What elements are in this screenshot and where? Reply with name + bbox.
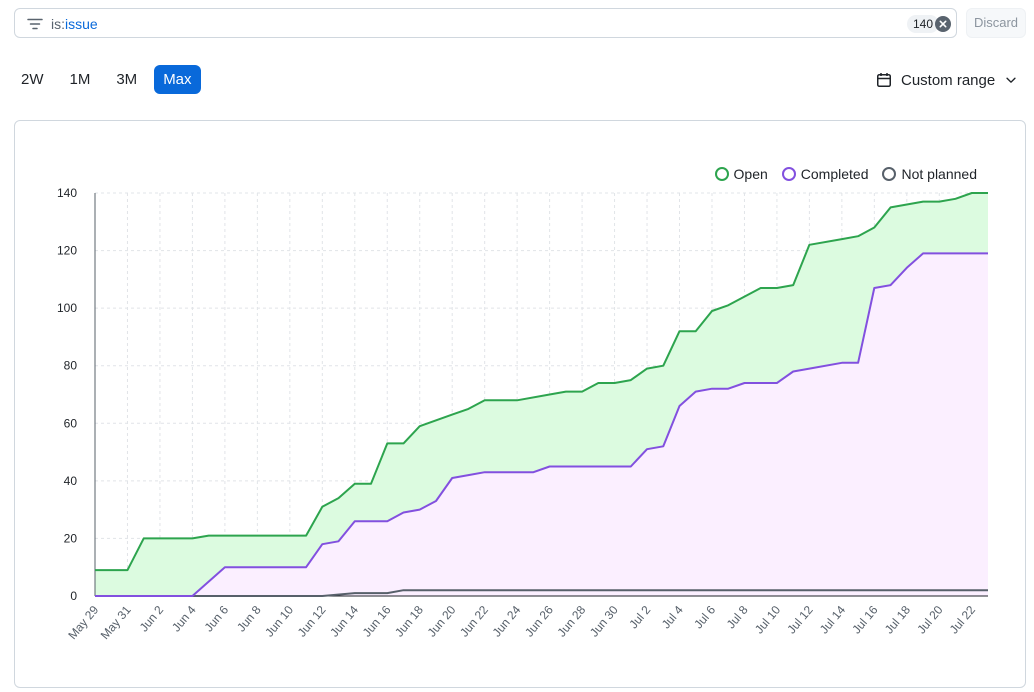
y-tick-label: 0 xyxy=(70,589,77,603)
x-tick-label: Jun 18 xyxy=(392,603,426,640)
y-tick-label: 100 xyxy=(57,301,77,315)
x-tick-label: Jul 8 xyxy=(724,603,751,632)
y-tick-label: 120 xyxy=(57,244,77,258)
x-tick-label: Jul 18 xyxy=(882,603,914,637)
x-tick-label: Jul 22 xyxy=(947,603,979,637)
query-value: issue xyxy=(65,16,98,32)
y-tick-label: 40 xyxy=(64,474,78,488)
filter-icon xyxy=(27,18,43,30)
x-tick-label: Jun 26 xyxy=(522,603,556,640)
custom-range-dropdown[interactable]: Custom range xyxy=(876,68,1018,92)
x-tick-label: Jun 24 xyxy=(490,603,524,640)
x-tick-label: Jun 4 xyxy=(169,603,199,635)
custom-range-label: Custom range xyxy=(901,71,996,89)
range-button-max[interactable]: Max xyxy=(154,65,201,94)
x-tick-label: May 31 xyxy=(98,603,134,642)
x-tick-label: Jun 30 xyxy=(587,603,621,640)
x-tick-label: Jun 14 xyxy=(327,603,361,640)
range-button-3m[interactable]: 3M xyxy=(107,65,146,94)
x-tick-label: Jul 14 xyxy=(817,603,849,637)
chart-card: Open Completed Not planned 0 20 40 60 80 100 1… xyxy=(14,120,1026,688)
y-tick-label: 20 xyxy=(64,531,78,545)
issues-chart: 0 20 40 60 80 100 120 140 May 29May 31 Jun 2 Jun 4… xyxy=(57,186,988,642)
clear-filter-icon[interactable] xyxy=(935,16,951,32)
x-tick-label: Jul 12 xyxy=(784,603,816,637)
calendar-icon xyxy=(877,73,891,87)
range-button-1m[interactable]: 1M xyxy=(61,65,100,94)
range-button-group: 2W 1M 3M Max xyxy=(12,65,209,94)
x-tick-label: Jun 12 xyxy=(295,603,329,640)
filter-query[interactable]: is:issue xyxy=(51,16,98,32)
x-tick-label: Jun 8 xyxy=(234,603,264,635)
y-tick-label: 140 xyxy=(57,186,77,200)
y-tick-label: 80 xyxy=(64,359,78,373)
y-tick-label: 60 xyxy=(64,416,78,430)
x-tick-label: Jul 16 xyxy=(849,603,881,637)
x-tick-label: Jun 20 xyxy=(425,603,459,640)
x-tick-label: Jun 10 xyxy=(262,603,296,640)
x-tick-label: Jun 22 xyxy=(457,603,491,640)
x-tick-label: Jul 6 xyxy=(691,603,718,632)
filter-bar[interactable]: is:issue 140 xyxy=(14,8,957,38)
x-tick-label: Jul 20 xyxy=(914,603,946,637)
x-tick-label: Jul 2 xyxy=(626,603,653,632)
x-tick-label: Jul 4 xyxy=(659,603,686,632)
x-tick-label: Jun 28 xyxy=(555,603,589,640)
discard-button[interactable]: Discard xyxy=(966,8,1026,38)
x-tick-label: Jun 2 xyxy=(137,603,167,635)
x-tick-label: May 29 xyxy=(65,603,101,642)
chevron-down-icon xyxy=(1006,77,1016,83)
x-tick-label: Jun 6 xyxy=(202,603,232,635)
x-tick-label: Jul 10 xyxy=(752,603,784,637)
x-tick-label: Jun 16 xyxy=(360,603,394,640)
query-key: is: xyxy=(51,16,65,32)
range-button-2w[interactable]: 2W xyxy=(12,65,53,94)
